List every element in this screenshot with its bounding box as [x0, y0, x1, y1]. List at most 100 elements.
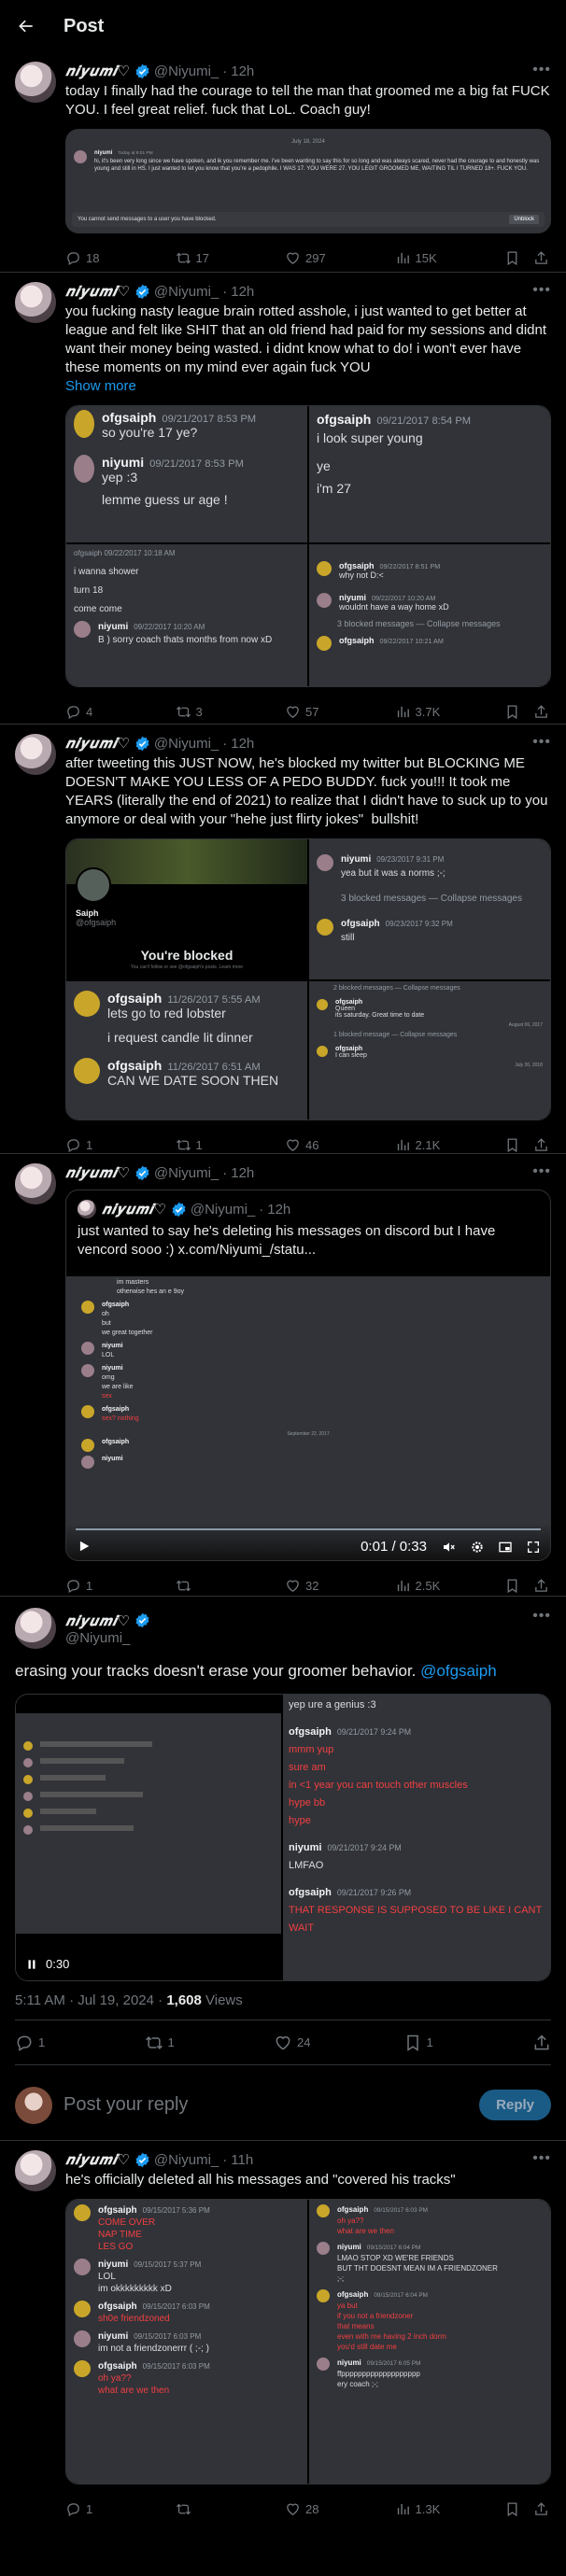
- volume-icon[interactable]: [442, 1540, 457, 1555]
- like-button[interactable]: 46: [285, 1137, 341, 1153]
- blocked-messages-notice[interactable]: 3 blocked messages — Collapse messages: [309, 890, 550, 908]
- handle[interactable]: @Niyumi_: [154, 63, 219, 79]
- quoted-post[interactable]: 𝒏𝒊𝒚𝒖𝒎𝒊♡ @Niyumi_ · 12h just wanted to sa…: [65, 1189, 551, 1561]
- reply-submit-button[interactable]: Reply: [479, 2090, 551, 2120]
- display-name[interactable]: 𝒏𝒊𝒚𝒖𝒎𝒊♡: [65, 1612, 131, 1629]
- repost-button[interactable]: [176, 2501, 232, 2517]
- main-post[interactable]: 𝒏𝒊𝒚𝒖𝒎𝒊♡ @Niyumi_ ••• erasing your tracks…: [0, 1597, 566, 2070]
- avatar[interactable]: [15, 2150, 56, 2191]
- reply-button[interactable]: 18: [65, 250, 121, 266]
- like-button[interactable]: 57: [285, 704, 341, 720]
- image-1[interactable]: ofgsaiph 09/21/2017 8:53 PM so you're 17 …: [66, 406, 307, 542]
- bookmark-icon[interactable]: [504, 704, 520, 720]
- show-more-link[interactable]: Show more: [65, 377, 551, 396]
- blocked-messages-notice[interactable]: 3 blocked messages — Collapse messages: [309, 615, 550, 632]
- image-1[interactable]: ofgsaiph 09/15/2017 5:36 PM COME OVER NAP T…: [66, 2200, 307, 2484]
- share-icon[interactable]: [533, 2501, 549, 2517]
- reply-input[interactable]: Post your reply: [64, 2094, 479, 2116]
- views-button[interactable]: 2.5K: [395, 1578, 451, 1594]
- reply-button[interactable]: 1: [65, 1137, 121, 1153]
- handle[interactable]: @Niyumi_: [154, 284, 219, 300]
- avatar[interactable]: [15, 734, 56, 775]
- repost-button[interactable]: 17: [176, 250, 232, 266]
- post-time[interactable]: 12h: [231, 284, 254, 300]
- post-time[interactable]: 11h: [231, 2152, 253, 2168]
- display-name[interactable]: 𝒏𝒊𝒚𝒖𝒎𝒊♡: [65, 283, 131, 300]
- handle[interactable]: @Niyumi_: [154, 1165, 219, 1181]
- image-3[interactable]: ofgsaiph 11/26/2017 5:55 AM lets go to re…: [66, 981, 307, 1119]
- video-player[interactable]: 0:30: [16, 1695, 281, 1980]
- image-screenshot[interactable]: yep ure a genius :3 ofgsaiph 09/21/2017 9…: [283, 1695, 550, 1980]
- bookmark-icon[interactable]: [504, 2501, 520, 2517]
- display-name[interactable]: 𝒏𝒊𝒚𝒖𝒎𝒊♡: [65, 735, 131, 752]
- handle[interactable]: @Niyumi_: [154, 2152, 219, 2168]
- pause-icon[interactable]: [25, 1958, 38, 1971]
- bookmark-icon[interactable]: [504, 1578, 520, 1594]
- share-icon[interactable]: [533, 1137, 549, 1153]
- thread-reply-post[interactable]: 𝒏𝒊𝒚𝒖𝒎𝒊♡ @Niyumi_ · 11h ••• he's official…: [0, 2141, 566, 2517]
- share-icon[interactable]: [533, 250, 549, 266]
- repost-button[interactable]: 3: [176, 704, 232, 720]
- back-arrow-icon[interactable]: [15, 15, 37, 37]
- image-1[interactable]: Saiph @ofgsaiph You're blocked You can't…: [66, 839, 307, 979]
- bookmark-button[interactable]: 1: [403, 2034, 460, 2052]
- image-4[interactable]: ofgsaiph 09/22/2017 8:51 PM why not D:< n…: [309, 544, 550, 686]
- blocked-messages-notice[interactable]: 2 blocked messages — Collapse messages: [309, 981, 550, 995]
- video-player[interactable]: im masters otherwise hes an e 9oy ofgsai…: [66, 1276, 550, 1560]
- like-button[interactable]: 297: [285, 250, 341, 266]
- more-options-icon[interactable]: •••: [532, 2150, 551, 2167]
- repost-button[interactable]: [176, 1578, 232, 1594]
- mention-link[interactable]: @ofgsaiph: [420, 1662, 497, 1680]
- bookmark-icon[interactable]: [504, 1137, 520, 1153]
- views-button[interactable]: 15K: [395, 250, 451, 266]
- post-timestamp[interactable]: 5:11 AM · Jul 19, 2024 ·: [15, 1992, 166, 2008]
- post-time[interactable]: 12h: [231, 63, 254, 79]
- more-options-icon[interactable]: •••: [532, 1608, 551, 1625]
- image-3[interactable]: ofgsaiph 09/22/2017 10:18 AM i wanna sho…: [66, 544, 307, 686]
- repost-button[interactable]: 1: [176, 1137, 232, 1153]
- image-2[interactable]: ofgsaiph 09/21/2017 8:54 PM i look super …: [309, 406, 550, 542]
- thread-post-1[interactable]: 𝒏𝒊𝒚𝒖𝒎𝒊♡ @Niyumi_ · 12h ••• today I final…: [0, 52, 566, 273]
- like-button[interactable]: 32: [285, 1578, 341, 1594]
- handle[interactable]: @Niyumi_: [65, 1630, 154, 1646]
- repost-button[interactable]: 1: [145, 2034, 201, 2052]
- reply-button[interactable]: 1: [15, 2034, 71, 2052]
- display-name[interactable]: 𝒏𝒊𝒚𝒖𝒎𝒊♡: [65, 1164, 131, 1181]
- like-button[interactable]: 28: [285, 2501, 341, 2517]
- picture-in-picture-icon[interactable]: [498, 1540, 513, 1555]
- avatar[interactable]: [15, 1163, 56, 1204]
- more-options-icon[interactable]: •••: [532, 282, 551, 299]
- fullscreen-icon[interactable]: [526, 1540, 541, 1555]
- play-icon[interactable]: [78, 1540, 91, 1555]
- avatar[interactable]: [15, 62, 56, 103]
- bookmark-icon[interactable]: [504, 250, 520, 266]
- handle[interactable]: @Niyumi_: [154, 736, 219, 752]
- share-icon[interactable]: [533, 1578, 549, 1594]
- unblock-button[interactable]: Unblock: [509, 215, 539, 224]
- avatar[interactable]: [15, 282, 56, 323]
- share-icon[interactable]: [533, 704, 549, 720]
- like-button[interactable]: 24: [274, 2034, 330, 2052]
- post-time[interactable]: 12h: [231, 1165, 254, 1181]
- post-time[interactable]: 12h: [231, 736, 254, 752]
- discord-dm-screenshot[interactable]: July 18, 2024 niyumi Today at 9:01 PM hi,…: [65, 129, 551, 233]
- image-4[interactable]: 2 blocked messages — Collapse messages o…: [309, 981, 550, 1119]
- image-2[interactable]: niyumi 09/23/2017 9:31 PM yea but it was …: [309, 839, 550, 979]
- more-options-icon[interactable]: •••: [532, 1163, 551, 1180]
- avatar[interactable]: [15, 1608, 56, 1649]
- display-name[interactable]: 𝒏𝒊𝒚𝒖𝒎𝒊♡: [65, 2151, 131, 2168]
- thread-post-3[interactable]: 𝒏𝒊𝒚𝒖𝒎𝒊♡ @Niyumi_ · 12h ••• after tweetin…: [0, 725, 566, 1154]
- reply-button[interactable]: 1: [65, 2501, 121, 2517]
- image-2[interactable]: ofgsaiph 09/15/2017 6:03 PM oh ya?? what ar…: [309, 2200, 550, 2484]
- more-options-icon[interactable]: •••: [532, 62, 551, 78]
- settings-gear-icon[interactable]: [470, 1540, 485, 1555]
- share-icon[interactable]: [532, 2034, 551, 2052]
- reply-button[interactable]: 1: [65, 1578, 121, 1594]
- more-options-icon[interactable]: •••: [532, 734, 551, 751]
- views-button[interactable]: 3.7K: [395, 704, 451, 720]
- blocked-messages-notice[interactable]: 1 blocked message — Collapse messages: [309, 1028, 550, 1042]
- thread-post-4[interactable]: 𝒏𝒊𝒚𝒖𝒎𝒊♡ @Niyumi_ · 12h ••• 𝒏𝒊𝒚𝒖𝒎𝒊♡ @Niyu…: [0, 1154, 566, 1597]
- display-name[interactable]: 𝒏𝒊𝒚𝒖𝒎𝒊♡: [65, 63, 131, 79]
- video-progress-bar[interactable]: [76, 1528, 541, 1530]
- reply-button[interactable]: 4: [65, 704, 121, 720]
